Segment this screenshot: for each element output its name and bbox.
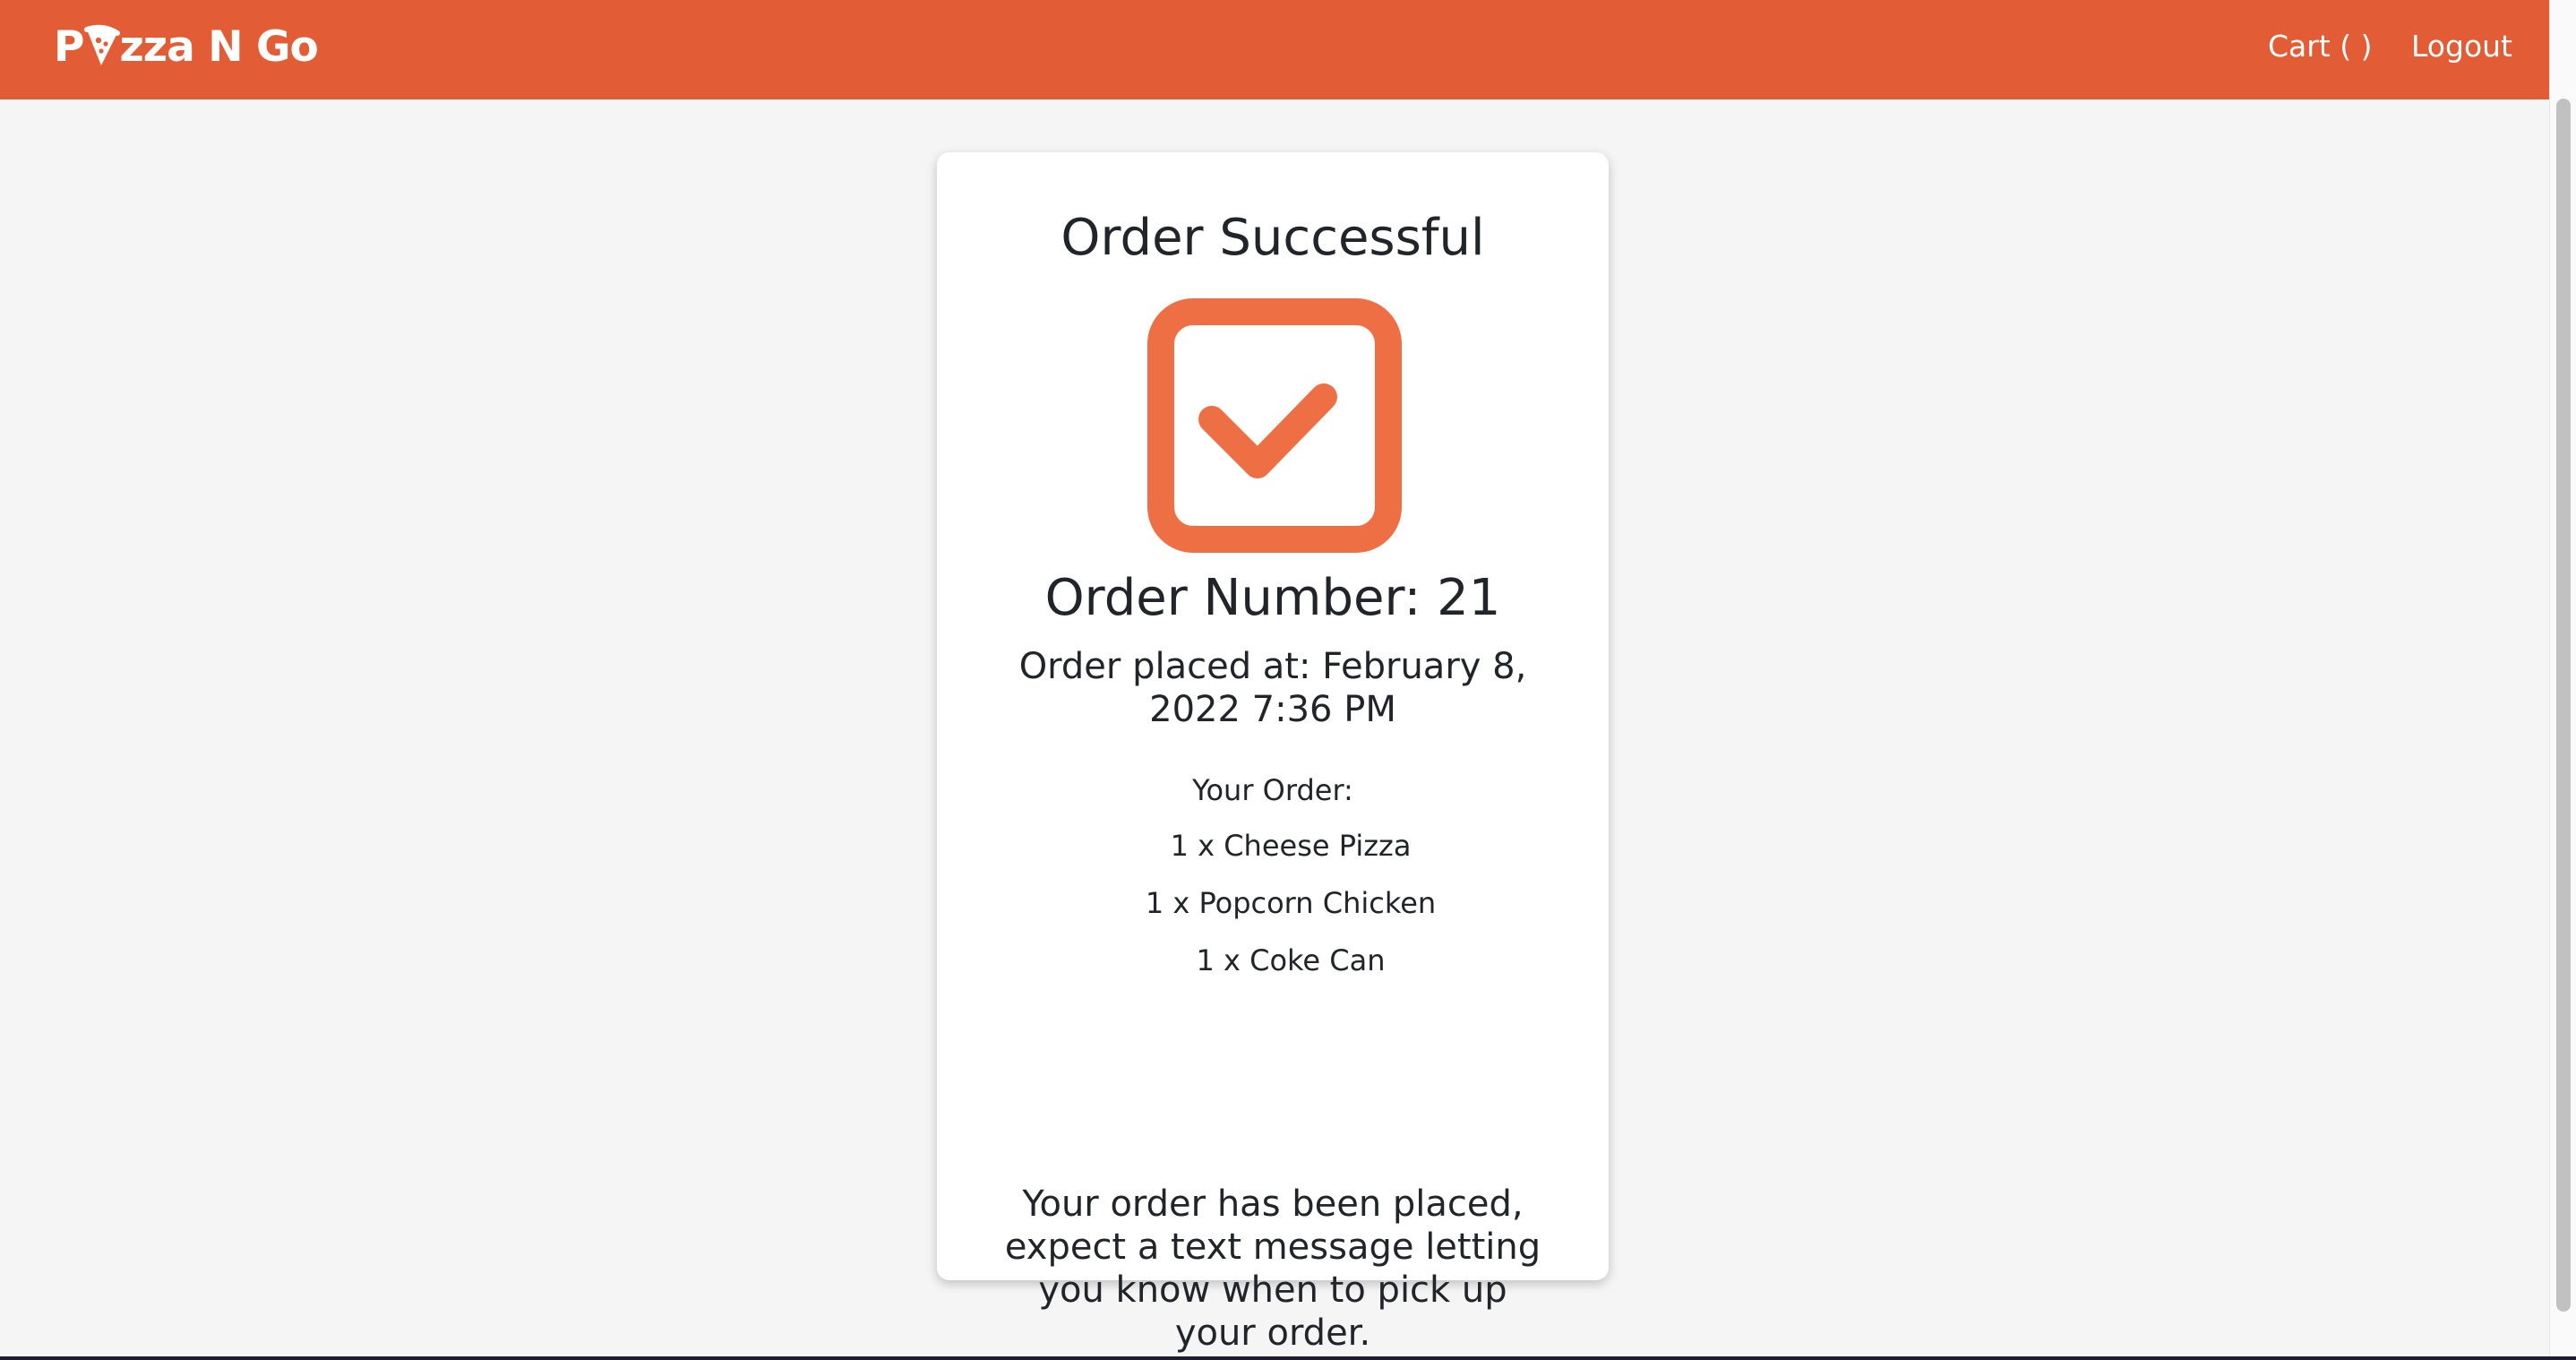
confirmation-message: Your order has been placed, expect a tex… — [1004, 1184, 1541, 1354]
order-placed-at: Order placed at: February 8, 2022 7:36 P… — [1018, 646, 1527, 730]
navbar: P zza N Go Cart ( ) Logout — [0, 0, 2549, 99]
scrollbar-thumb[interactable] — [2556, 99, 2571, 1312]
order-number: Order Number: 21 — [1044, 569, 1501, 627]
order-item: 1 x Coke Can — [1196, 943, 1386, 977]
order-items-list: 1 x Cheese Pizza 1 x Popcorn Chicken 1 x… — [991, 826, 1591, 998]
checkbox-check-icon — [1147, 298, 1402, 553]
cart-link[interactable]: Cart ( ) — [2268, 27, 2373, 66]
page-title: Order Successful — [1060, 209, 1485, 267]
order-confirmation-card: Order Successful Order Number: 21 Order … — [937, 152, 1609, 1354]
your-order-label: Your Order: — [1192, 773, 1353, 807]
logout-link[interactable]: Logout — [2411, 27, 2512, 66]
brand-suffix: zza N Go — [119, 22, 318, 72]
order-item: 1 x Cheese Pizza — [1170, 829, 1412, 863]
brand-prefix: P — [54, 22, 84, 72]
window-bottom-edge — [0, 1356, 2576, 1360]
brand-logo[interactable]: P zza N Go — [54, 18, 319, 75]
pizza-slice-icon — [84, 24, 121, 65]
order-item: 1 x Popcorn Chicken — [1145, 886, 1437, 920]
